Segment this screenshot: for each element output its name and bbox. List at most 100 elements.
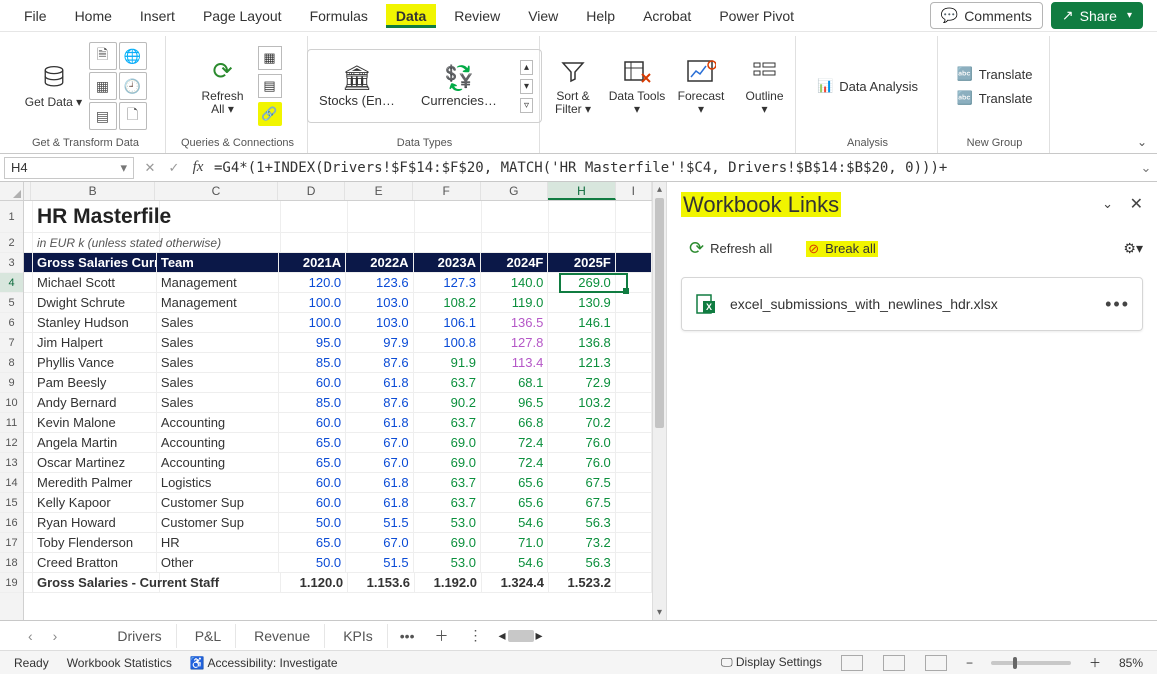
cell[interactable]: Pam Beesly [33,373,157,393]
table-row[interactable]: Stanley HudsonSales100.0103.0106.1136.51… [24,313,652,333]
datatype-down-icon[interactable]: ▾ [520,79,533,94]
zoom-slider[interactable] [991,661,1071,665]
cell[interactable] [24,293,33,313]
cell[interactable]: 61.8 [346,413,413,433]
tab-acrobat[interactable]: Acrobat [633,4,701,28]
vertical-scrollbar[interactable]: ▴ ▾ [652,182,666,620]
cell[interactable] [616,513,652,533]
scroll-down-icon[interactable]: ▾ [653,607,666,618]
get-data-button[interactable]: Get Data ▾ [25,62,83,109]
cell[interactable] [616,433,652,453]
table-row[interactable]: Phyllis VanceSales85.087.691.9113.4121.3 [24,353,652,373]
col-e[interactable]: E [345,182,413,200]
cell[interactable]: 72.9 [548,373,615,393]
cell[interactable]: 123.6 [346,273,413,293]
currencies-datatype[interactable]: 💱 Currencies… [418,64,500,108]
cell[interactable]: 106.1 [414,313,481,333]
view-normal-icon[interactable] [841,655,863,671]
cell[interactable]: 72.4 [481,453,548,473]
cell[interactable]: Accounting [157,413,279,433]
scroll-up-icon[interactable]: ▴ [653,184,666,195]
existing-connections-icon[interactable]: ▤ [89,102,117,130]
refresh-all-button[interactable]: Refresh All ▾ [194,56,252,116]
cell[interactable]: 97.9 [346,333,413,353]
cell[interactable]: 70.2 [548,413,615,433]
cell[interactable]: 51.5 [346,513,413,533]
table-row[interactable]: Michael ScottManagement120.0123.6127.314… [24,273,652,293]
cell[interactable]: Jim Halpert [33,333,157,353]
cell[interactable]: 76.0 [548,433,615,453]
tab-home[interactable]: Home [65,4,122,28]
row-header-4[interactable]: 4 [0,273,23,293]
spreadsheet-grid[interactable]: HR Masterfile in EUR k (unless stated ot… [24,201,652,620]
cell[interactable]: HR [157,533,279,553]
cell[interactable] [616,333,652,353]
cell[interactable]: 60.0 [279,413,346,433]
tab-power-pivot[interactable]: Power Pivot [709,4,804,28]
formula-input[interactable]: =G4*(1+INDEX(Drivers!$F$14:$F$20, MATCH(… [210,160,1135,176]
cell[interactable]: 121.3 [548,353,615,373]
table-row[interactable]: Kevin MaloneAccounting60.061.863.766.870… [24,413,652,433]
cell[interactable]: 67.0 [346,533,413,553]
cell[interactable]: Meredith Palmer [33,473,157,493]
cell[interactable] [616,313,652,333]
display-settings[interactable]: 🖵 Display Settings [721,655,822,670]
cell[interactable]: Management [157,293,279,313]
tab-help[interactable]: Help [576,4,625,28]
cell[interactable]: 67.5 [548,473,615,493]
cell[interactable]: Dwight Schrute [33,293,157,313]
cancel-formula-icon[interactable]: ✕ [138,160,162,176]
table-row[interactable]: Angela MartinAccounting65.067.069.072.47… [24,433,652,453]
col-h[interactable]: H [548,182,616,200]
fx-icon[interactable]: fx [186,159,210,176]
table-row[interactable]: Toby FlendersonHR65.067.069.071.073.2 [24,533,652,553]
forecast-button[interactable]: Forecast▾ [672,56,730,116]
cell[interactable] [616,473,652,493]
cell[interactable]: 54.6 [481,553,548,573]
cell[interactable]: 63.7 [414,413,481,433]
select-all-corner[interactable] [0,182,24,201]
cell[interactable]: 127.3 [414,273,481,293]
row-header-8[interactable]: 8 [0,353,23,373]
cell[interactable]: 76.0 [548,453,615,473]
cell[interactable]: 65.6 [481,473,548,493]
cell[interactable]: 53.0 [414,513,481,533]
row-headers[interactable]: 12345678910111213141516171819 [0,201,24,620]
panel-settings-icon[interactable]: ⚙▾ [1123,240,1143,257]
cell[interactable]: 56.3 [548,513,615,533]
cell[interactable]: Angela Martin [33,433,157,453]
table-row[interactable]: Ryan HowardCustomer Sup50.051.553.054.65… [24,513,652,533]
cell[interactable] [24,393,33,413]
cell[interactable] [24,473,33,493]
cell[interactable]: 136.5 [481,313,548,333]
col-f[interactable]: F [413,182,481,200]
cell[interactable] [616,273,652,293]
cell[interactable]: 140.0 [481,273,548,293]
cell[interactable] [24,373,33,393]
tab-insert[interactable]: Insert [130,4,185,28]
cell[interactable] [616,413,652,433]
zoom-out-icon[interactable]: − [966,656,973,670]
cell[interactable]: Sales [157,393,279,413]
row-header-15[interactable]: 15 [0,493,23,513]
cell[interactable]: 119.0 [481,293,548,313]
comments-button[interactable]: 💬 Comments [930,2,1043,29]
cell[interactable]: 69.0 [414,453,481,473]
cell[interactable]: 65.0 [279,533,346,553]
cell[interactable]: 87.6 [346,393,413,413]
row-header-5[interactable]: 5 [0,293,23,313]
cell[interactable]: 100.0 [279,293,346,313]
cell[interactable] [616,373,652,393]
cell[interactable]: 51.5 [346,553,413,573]
row-header-13[interactable]: 13 [0,453,23,473]
row-header-12[interactable]: 12 [0,433,23,453]
cell[interactable]: 85.0 [279,393,346,413]
cell[interactable] [24,553,33,573]
table-row[interactable]: Pam BeeslySales60.061.863.768.172.9 [24,373,652,393]
workbook-statistics[interactable]: Workbook Statistics [67,656,172,670]
table-row[interactable]: Creed BrattonOther50.051.553.054.656.3 [24,553,652,573]
cell[interactable]: 103.0 [346,313,413,333]
zoom-in-icon[interactable]: ＋ [1089,654,1101,671]
cell[interactable]: 54.6 [481,513,548,533]
cell[interactable] [24,453,33,473]
